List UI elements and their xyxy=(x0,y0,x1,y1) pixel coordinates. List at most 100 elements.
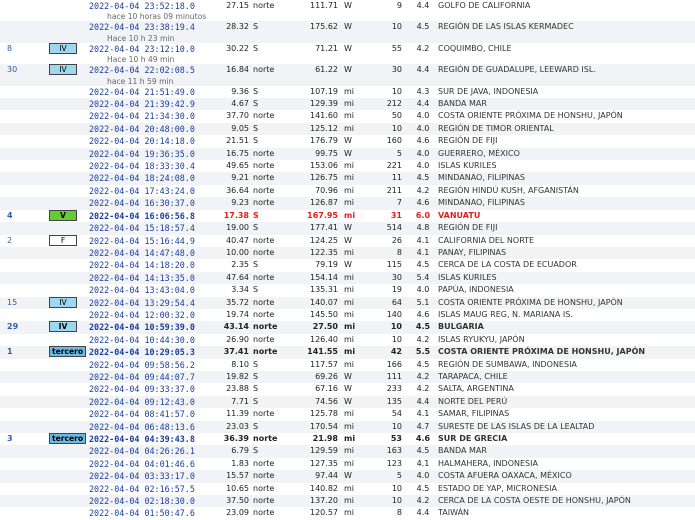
datetime-link[interactable]: 2022-04-04 03:33:17.0 xyxy=(89,470,209,483)
intensity-badge-label[interactable]: IV xyxy=(49,296,77,308)
table-row[interactable]: 2022-04-04 20:48:00.0 9.05 S 125.12 mi 10 4.0 R… xyxy=(0,122,695,136)
datetime-link[interactable]: 2022-04-04 16:30:37.0 xyxy=(89,197,209,210)
region-link[interactable]: VANUATU xyxy=(438,209,695,223)
table-row[interactable]: 2022-04-04 16:30:37.0 9.23 norte 126.87 mi 7 4… xyxy=(0,197,695,210)
datetime-link[interactable]: 2022-04-04 20:48:00.0 xyxy=(89,122,209,136)
felt-count[interactable] xyxy=(0,495,49,508)
intensity-badge-label[interactable]: V xyxy=(49,209,77,221)
felt-count[interactable] xyxy=(0,408,49,421)
felt-count[interactable] xyxy=(0,284,49,297)
region-link[interactable]: CERCA DE LA COSTA OESTE DE HONSHU, JAPÓN xyxy=(438,495,695,508)
table-row[interactable]: 2022-04-04 15:18:57.4 19.00 S 177.41 W 514 4.8… xyxy=(0,222,695,235)
felt-count[interactable] xyxy=(0,160,49,173)
table-row[interactable]: 2022-04-04 21:39:42.9 4.67 S 129.39 mi 212 4.4… xyxy=(0,98,695,111)
table-row[interactable]: 2022-04-04 02:16:57.5 10.65 norte 140.82 mi 1… xyxy=(0,482,695,496)
felt-count[interactable] xyxy=(0,122,49,136)
datetime-link[interactable]: 2022-04-04 10:29:05.3 xyxy=(89,346,209,359)
table-row[interactable]: 2022-04-04 08:41:57.0 11.39 norte 125.78 mi 5… xyxy=(0,408,695,421)
region-link[interactable]: REGIÓN DE FIJI xyxy=(438,222,695,235)
table-row[interactable]: 2022-04-04 09:33:37.0 23.88 S 67.16 W 233 4.2 S… xyxy=(0,383,695,396)
region-link[interactable]: SUR DE GRECIA xyxy=(438,433,695,446)
datetime-link[interactable]: 2022-04-04 23:12:10.0 xyxy=(89,42,209,56)
felt-count[interactable]: 1 xyxy=(0,346,49,359)
datetime-link[interactable]: 2022-04-04 17:43:24.0 xyxy=(89,184,209,198)
table-row[interactable]: 2022-04-04 17:43:24.0 36.64 norte 70.96 mi 21… xyxy=(0,184,695,198)
region-link[interactable]: SUR DE JAVA, INDONESIA xyxy=(438,85,695,99)
felt-count[interactable] xyxy=(0,445,49,458)
datetime-link[interactable]: 2022-04-04 14:47:48.0 xyxy=(89,246,209,260)
table-row[interactable]: 2022-04-04 09:44:07.7 19.82 S 69.26 W 111 4.2 T… xyxy=(0,370,695,384)
felt-count[interactable]: 4 xyxy=(0,209,49,223)
table-row[interactable]: 2022-04-04 06:48:13.6 23.03 S 170.54 mi 10 4.7… xyxy=(0,420,695,433)
felt-count[interactable] xyxy=(0,172,49,185)
region-link[interactable]: COQUIMBO, CHILE xyxy=(438,42,695,56)
table-row[interactable]: 2022-04-04 09:58:56.2 8.10 S 117.57 mi 166 4.5… xyxy=(0,358,695,371)
region-link[interactable]: ESTADO DE YAP, MICRONESIA xyxy=(438,482,695,496)
felt-count[interactable]: 30 xyxy=(0,64,49,77)
felt-count[interactable] xyxy=(0,308,49,322)
table-row[interactable]: 1 tercero 2022-04-04 10:29:05.3 37.41 norte 1… xyxy=(0,346,695,359)
datetime-link[interactable]: 2022-04-04 06:48:13.6 xyxy=(89,420,209,433)
felt-count[interactable] xyxy=(0,333,49,347)
table-row[interactable]: 2022-04-04 14:18:20.0 2.35 S 79.19 W 115 4.5 CE… xyxy=(0,259,695,272)
region-link[interactable]: CALIFORNIA DEL NORTE xyxy=(438,234,695,247)
felt-count[interactable] xyxy=(0,246,49,260)
table-row[interactable]: 8 IV 2022-04-04 23:12:10.0 30.22 S 71.21 W 55 4.… xyxy=(0,42,695,56)
felt-count[interactable] xyxy=(0,197,49,210)
datetime-link[interactable]: 2022-04-04 21:34:30.0 xyxy=(89,110,209,123)
datetime-link[interactable]: 2022-04-04 14:18:20.0 xyxy=(89,259,209,272)
intensity-badge-label[interactable]: IV xyxy=(49,64,77,76)
datetime-link[interactable]: 2022-04-04 15:18:57.4 xyxy=(89,222,209,235)
table-row[interactable]: 29 IV 2022-04-04 10:59:39.0 43.14 norte 27.50… xyxy=(0,321,695,334)
felt-count[interactable] xyxy=(0,271,49,285)
region-link[interactable]: REGIÓN DE GUADALUPE, LEEWARD ISL. xyxy=(438,64,695,77)
region-link[interactable]: SALTA, ARGENTINA xyxy=(438,383,695,396)
table-row[interactable]: 2022-04-04 23:52:18.0 27.15 norte 111.71 W 9 4… xyxy=(0,0,695,13)
datetime-link[interactable]: 2022-04-04 04:39:43.8 xyxy=(89,433,209,446)
region-link[interactable]: REGIÓN DE LAS ISLAS KERMADEC xyxy=(438,21,695,34)
region-link[interactable]: ISLAS KURILES xyxy=(438,160,695,173)
datetime-link[interactable]: 2022-04-04 08:41:57.0 xyxy=(89,408,209,421)
felt-count[interactable] xyxy=(0,457,49,471)
datetime-link[interactable]: 2022-04-04 09:12:43.0 xyxy=(89,395,209,409)
table-row[interactable]: 3 tercero 2022-04-04 04:39:43.8 36.39 norte 2… xyxy=(0,433,695,446)
table-row[interactable]: 2022-04-04 18:24:08.0 9.21 norte 126.75 mi 11… xyxy=(0,172,695,185)
felt-count[interactable] xyxy=(0,184,49,198)
region-link[interactable]: GUERRERO, MÉXICO xyxy=(438,147,695,161)
datetime-link[interactable]: 2022-04-04 15:16:44.9 xyxy=(89,234,209,247)
datetime-link[interactable]: 2022-04-04 14:13:35.0 xyxy=(89,271,209,285)
table-row[interactable]: 2022-04-04 14:47:48.0 10.00 norte 122.35 mi 8… xyxy=(0,246,695,260)
table-row[interactable]: 2 F 2022-04-04 15:16:44.9 40.47 norte 124.25 W… xyxy=(0,234,695,247)
region-link[interactable]: GOLFO DE CALIFORNIA xyxy=(438,0,695,13)
datetime-link[interactable]: 2022-04-04 04:01:46.6 xyxy=(89,457,209,471)
felt-count[interactable] xyxy=(0,370,49,384)
felt-count[interactable] xyxy=(0,358,49,371)
table-row[interactable]: 2022-04-04 10:44:30.0 26.90 norte 126.40 mi 1… xyxy=(0,333,695,347)
datetime-link[interactable]: 2022-04-04 02:16:57.5 xyxy=(89,482,209,496)
felt-count[interactable] xyxy=(0,420,49,433)
datetime-link[interactable]: 2022-04-04 23:38:19.4 xyxy=(89,21,209,34)
intensity-badge-label[interactable]: IV xyxy=(49,321,77,333)
table-row[interactable]: 2022-04-04 20:14:18.0 21.51 S 176.79 W 160 4.6… xyxy=(0,135,695,148)
region-link[interactable]: REGIÓN HINDÚ KUSH, AFGANISTÁN xyxy=(438,184,695,198)
felt-count[interactable] xyxy=(0,507,49,520)
table-row[interactable]: 2022-04-04 09:12:43.0 7.71 S 74.56 W 135 4.4 NO… xyxy=(0,395,695,409)
table-row[interactable]: 2022-04-04 18:33:30.4 49.65 norte 153.06 mi 2… xyxy=(0,160,695,173)
felt-count[interactable] xyxy=(0,222,49,235)
table-row[interactable]: 2022-04-04 21:34:30.0 37.70 norte 141.60 mi 5… xyxy=(0,110,695,123)
datetime-link[interactable]: 2022-04-04 19:36:35.0 xyxy=(89,147,209,161)
datetime-link[interactable]: 2022-04-04 18:24:08.0 xyxy=(89,172,209,185)
felt-count[interactable] xyxy=(0,98,49,111)
datetime-link[interactable]: 2022-04-04 13:43:04.0 xyxy=(89,284,209,297)
region-link[interactable]: BANDA MAR xyxy=(438,445,695,458)
datetime-link[interactable]: 2022-04-04 23:52:18.0 xyxy=(89,0,209,13)
region-link[interactable]: BULGARIA xyxy=(438,321,695,334)
region-link[interactable]: ISLAS RYUKYU, JAPÓN xyxy=(438,333,695,347)
region-link[interactable]: COSTA ORIENTE PRÓXIMA DE HONSHU, JAPÓN xyxy=(438,346,695,359)
felt-count[interactable]: 8 xyxy=(0,42,49,56)
datetime-link[interactable]: 2022-04-04 22:02:08.5 xyxy=(89,64,209,77)
region-link[interactable]: PANAY, FILIPINAS xyxy=(438,246,695,260)
felt-count[interactable] xyxy=(0,470,49,483)
region-link[interactable]: ISLAS MAUG REG, N. MARIANA IS. xyxy=(438,308,695,322)
region-link[interactable]: TAIWÁN xyxy=(438,507,695,520)
